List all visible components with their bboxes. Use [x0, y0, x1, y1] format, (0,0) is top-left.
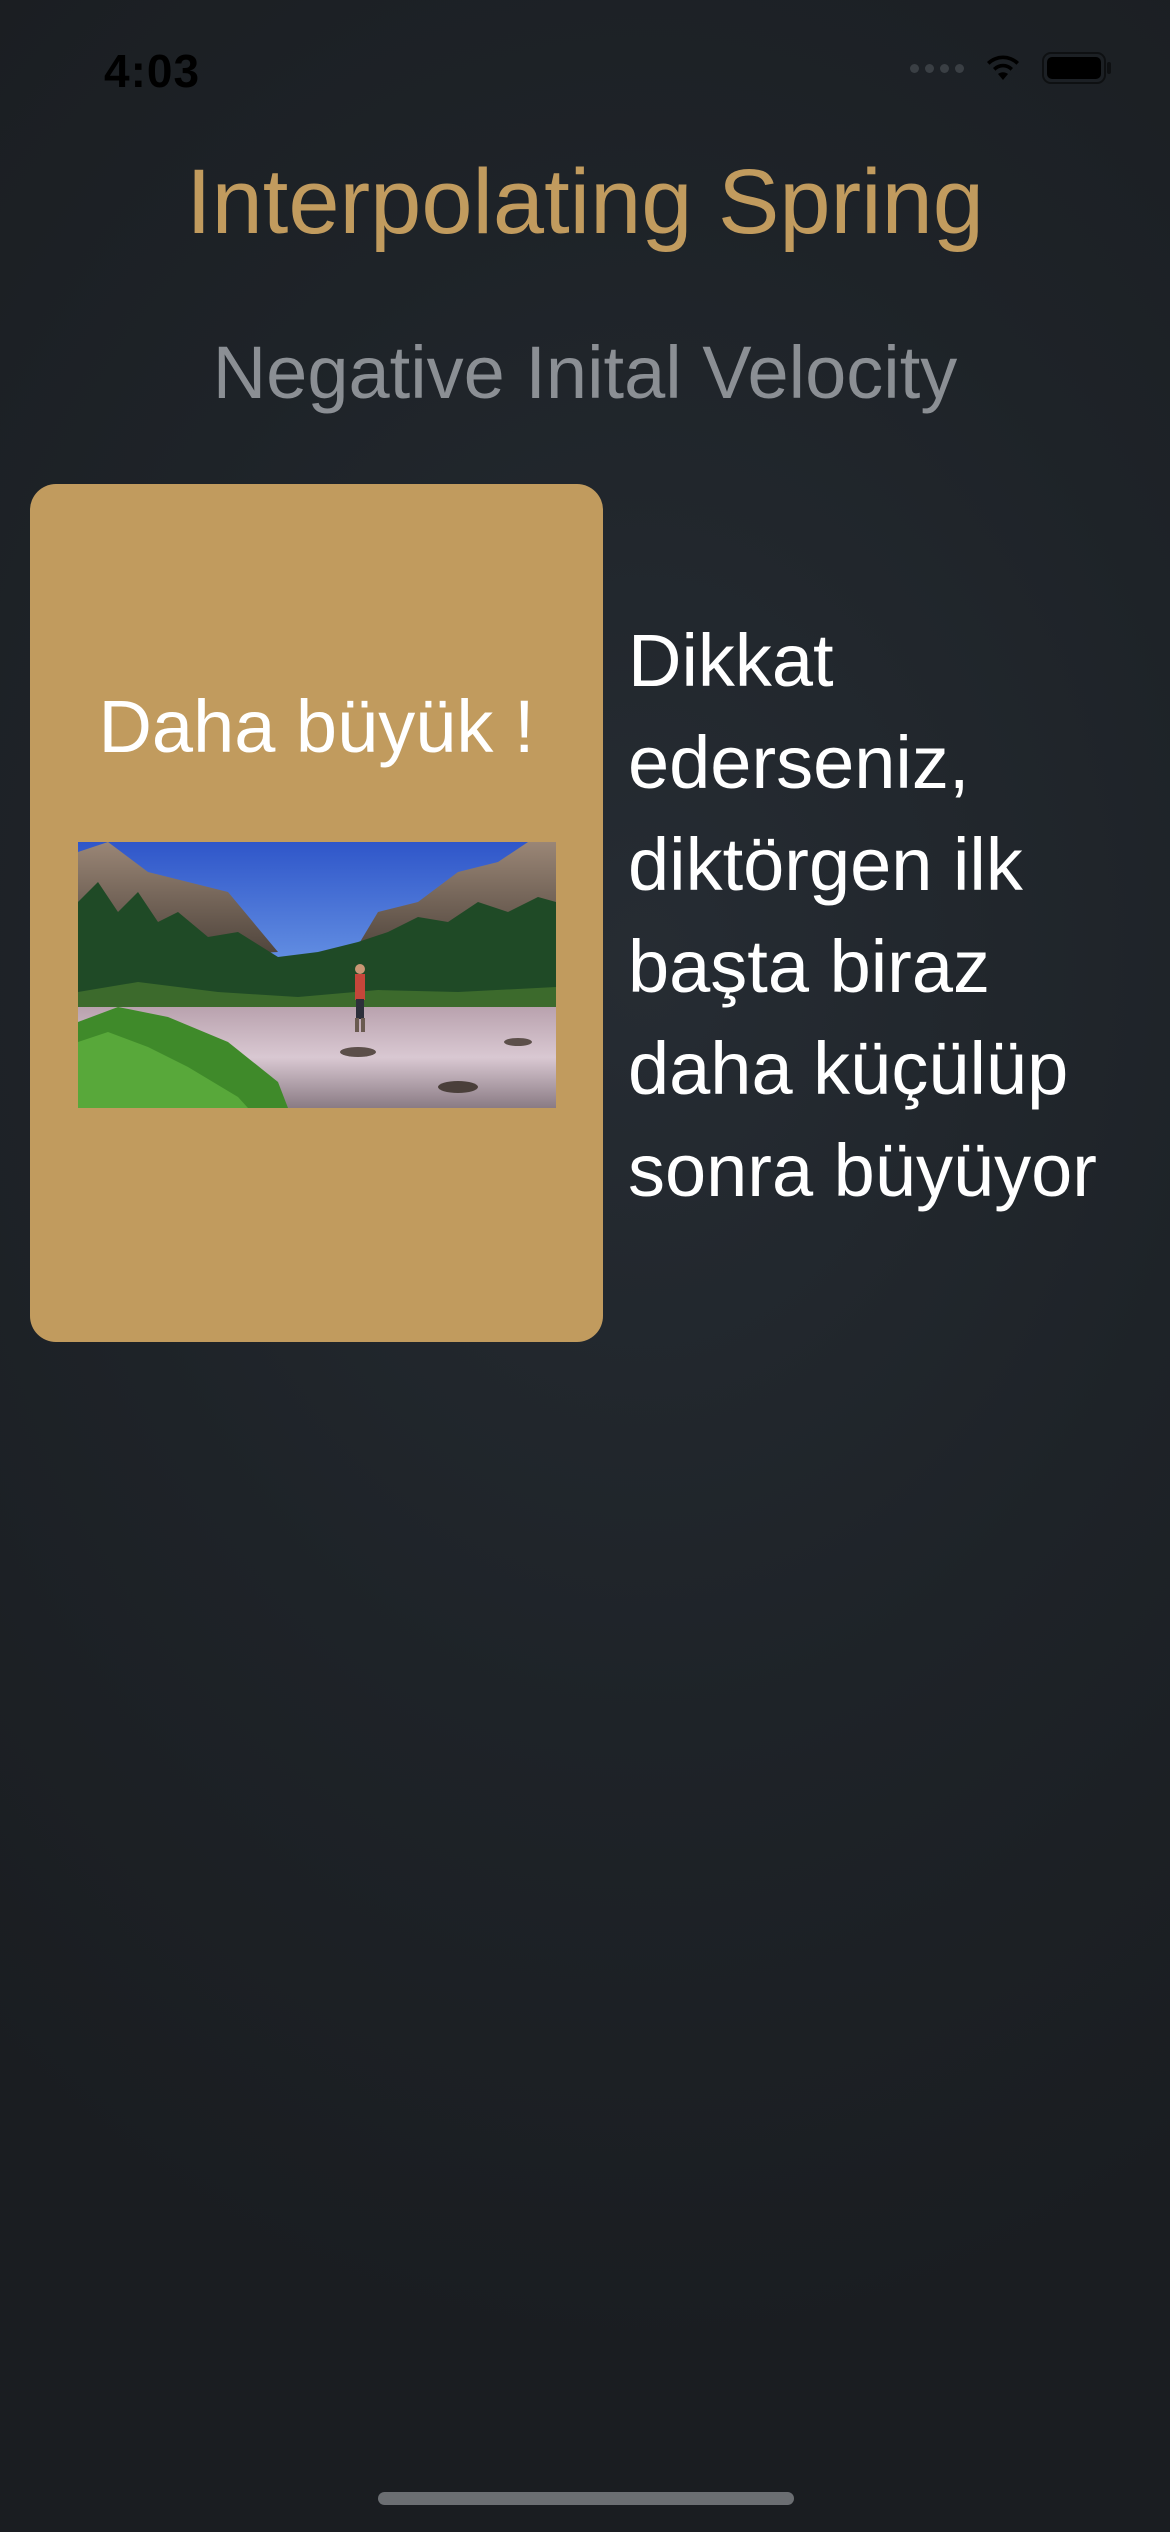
- signal-dots-icon: [910, 63, 964, 73]
- battery-icon: [1042, 52, 1111, 84]
- animated-card[interactable]: Daha büyük !: [30, 484, 603, 1342]
- wifi-icon: [987, 55, 1019, 80]
- page-title: Interpolating Spring: [186, 151, 984, 253]
- home-indicator[interactable]: [378, 2492, 794, 2505]
- explanation-text: Dikkat ederseniz, diktörgen ilk başta bi…: [628, 619, 1097, 1212]
- card-label: Daha büyük !: [98, 685, 535, 768]
- landscape-photo: [78, 842, 556, 1108]
- page-subtitle: Negative Inital Velocity: [212, 331, 958, 414]
- status-time: 4:03: [104, 45, 201, 97]
- status-icons: [910, 52, 1114, 84]
